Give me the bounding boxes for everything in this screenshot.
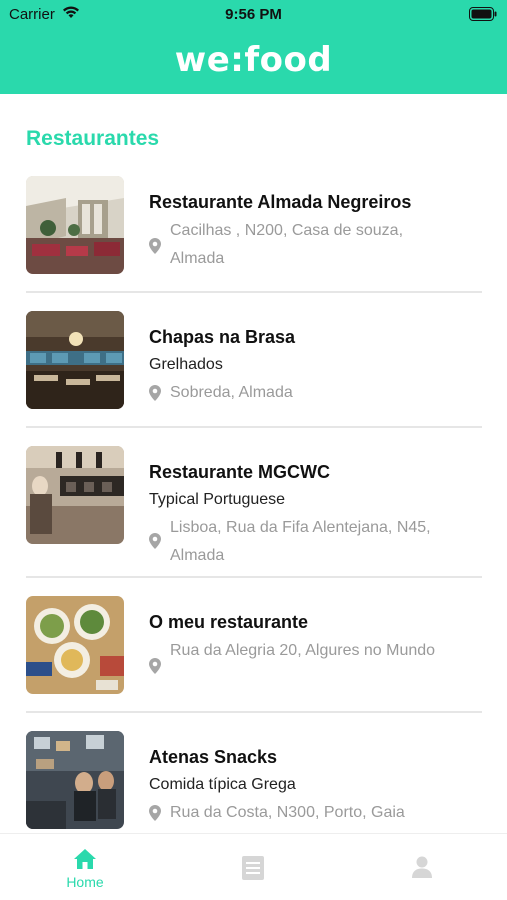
clock: 9:56 PM	[225, 6, 282, 23]
restaurant-photo	[26, 311, 124, 409]
restaurant-category: Grelhados	[149, 356, 223, 373]
tab-profile[interactable]	[377, 834, 467, 900]
restaurant-photo	[26, 446, 124, 544]
list-icon	[242, 856, 264, 885]
restaurant-address: Lisboa, Rua da Fifa Alentejana, N45, Alm…	[170, 514, 470, 570]
location-pin-icon	[149, 658, 161, 679]
user-icon	[412, 856, 432, 883]
restaurant-name: Chapas na Brasa	[149, 327, 296, 347]
tab-orders[interactable]	[208, 834, 298, 900]
divider	[26, 426, 482, 428]
restaurant-item[interactable]: Atenas Snacks Comida típica Grega Rua da…	[0, 731, 507, 841]
app-header: Carrier 9:56 PM we:food	[0, 0, 507, 94]
address-line: Almada	[170, 250, 225, 267]
address-line: Almada	[170, 547, 225, 564]
restaurant-photo	[26, 731, 124, 829]
restaurant-item[interactable]: Restaurante MGCWC Typical Portuguese Lis…	[0, 446, 507, 586]
status-bar: Carrier 9:56 PM	[0, 0, 507, 30]
restaurant-address: Rua da Alegria 20, Algures no Mundo	[170, 637, 470, 665]
location-pin-icon	[149, 385, 161, 406]
restaurant-address: Cacilhas , N200, Casa de souza, Almada	[170, 217, 470, 273]
location-pin-icon	[149, 238, 161, 259]
home-icon	[73, 848, 97, 875]
restaurant-name: Atenas Snacks	[149, 747, 278, 767]
restaurant-name: Restaurante MGCWC	[149, 462, 331, 482]
location-pin-icon	[149, 533, 161, 554]
tab-bar: Home	[0, 833, 507, 900]
restaurant-item[interactable]: Restaurante Almada Negreiros Cacilhas , …	[0, 176, 507, 296]
restaurant-item[interactable]: O meu restaurante Rua da Alegria 20, Alg…	[0, 596, 507, 716]
restaurant-photo	[26, 596, 124, 694]
app-logo: we:food	[174, 40, 333, 80]
restaurant-name: Restaurante Almada Negreiros	[149, 192, 412, 212]
divider	[26, 291, 482, 293]
address-line: Lisboa, Rua da Fifa Alentejana, N45,	[170, 519, 431, 536]
location-pin-icon	[149, 805, 161, 826]
tab-home[interactable]: Home	[40, 834, 130, 900]
battery-icon	[469, 7, 497, 25]
restaurant-category: Comida típica Grega	[149, 776, 296, 793]
address-line: Rua da Alegria 20, Algures no Mundo	[170, 642, 436, 659]
restaurant-item[interactable]: Chapas na Brasa Grelhados Sobreda, Almad…	[0, 311, 507, 431]
restaurant-category: Typical Portuguese	[149, 491, 286, 508]
section-title: Restaurantes	[26, 127, 160, 150]
address-line: Cacilhas , N200, Casa de souza,	[170, 222, 404, 239]
address-line: Rua da Costa, N300, Porto, Gaia	[170, 804, 405, 821]
divider	[26, 576, 482, 578]
restaurant-name: O meu restaurante	[149, 612, 309, 632]
restaurant-photo	[26, 176, 124, 274]
restaurant-address: Sobreda, Almada	[170, 379, 470, 407]
address-line: Sobreda, Almada	[170, 384, 293, 401]
divider	[26, 711, 482, 713]
restaurant-address: Rua da Costa, N300, Porto, Gaia	[170, 799, 470, 827]
tab-home-label: Home	[66, 874, 104, 890]
